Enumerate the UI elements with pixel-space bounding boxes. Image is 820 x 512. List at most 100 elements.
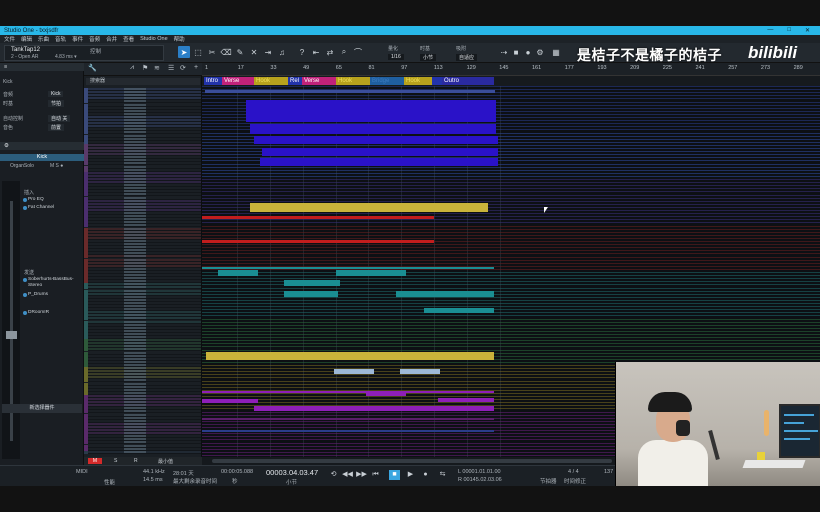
audio-clip[interactable] <box>205 90 495 93</box>
close-icon[interactable]: ✕ <box>805 27 810 34</box>
audio-clip[interactable] <box>250 203 488 212</box>
mute-indicator[interactable]: M <box>88 458 102 464</box>
layout-icon[interactable]: ▦ <box>550 46 562 58</box>
eraser-tool-icon[interactable]: ⌫ <box>220 46 232 58</box>
menu-file[interactable]: 文件 <box>4 35 15 43</box>
menu-view[interactable]: 查看 <box>123 35 134 43</box>
audio-clip[interactable] <box>260 158 498 166</box>
snap-value[interactable]: 自适应 <box>456 54 478 61</box>
list-icon[interactable]: ☰ <box>168 64 174 72</box>
timebase-value[interactable]: 小节 <box>420 54 437 61</box>
arranger-section[interactable]: Hook <box>336 77 370 85</box>
quantize-value[interactable]: 1/16 <box>388 54 404 60</box>
audio-clip[interactable] <box>254 406 494 411</box>
audio-clip[interactable] <box>202 430 494 432</box>
zoom-icon[interactable]: ⌕ <box>338 46 350 58</box>
volume-fader[interactable] <box>6 331 17 339</box>
arranger-section[interactable]: Verse <box>222 77 254 85</box>
snap-field[interactable]: 吸附 自适应 <box>456 45 478 61</box>
envelope-icon[interactable]: ≋ <box>154 64 160 72</box>
audio-clip[interactable] <box>396 291 494 297</box>
settings-icon[interactable]: ⚙ <box>534 46 546 58</box>
automation-icon[interactable]: ⩘ <box>130 64 134 72</box>
menu-track[interactable]: 音轨 <box>55 35 66 43</box>
audio-clip[interactable] <box>284 291 338 297</box>
audio-clip[interactable] <box>218 270 258 276</box>
song-info[interactable]: TankTap12 2 - Open AR 4.83 ms ▾ 控制 <box>4 45 164 61</box>
loop-icon[interactable]: ⇄ <box>324 46 336 58</box>
horizontal-scrollbar[interactable] <box>202 457 620 465</box>
loop-toggle-icon[interactable]: ⇆ <box>437 470 448 480</box>
snap-icon[interactable]: ⌒ <box>352 46 364 58</box>
audio-clip[interactable] <box>202 399 258 403</box>
menu-event[interactable]: 事件 <box>72 35 83 43</box>
tempo-readout[interactable]: 137 <box>604 469 613 475</box>
mute-solo-buttons[interactable]: M S ● <box>50 163 63 169</box>
timebase-field[interactable]: 时基 小节 <box>420 45 437 61</box>
audio-clip[interactable] <box>246 100 496 122</box>
help-icon[interactable]: ? <box>296 46 308 58</box>
track-search-input[interactable]: 搜索器 <box>86 78 200 85</box>
menu-edit[interactable]: 编辑 <box>21 35 32 43</box>
audio-clip[interactable] <box>366 392 406 396</box>
send-slot[interactable]: Soberhurts-BassBus-Stereo <box>22 277 82 288</box>
menu-studio-one[interactable]: Studio One <box>140 36 168 42</box>
footer-tab[interactable]: 最小值 <box>158 458 173 465</box>
stop-button-icon[interactable]: ■ <box>389 470 400 480</box>
loop-start[interactable]: L 00001.01.01.00 <box>458 469 501 475</box>
arrow-out-icon[interactable]: ⇢ <box>498 46 510 58</box>
flag-icon[interactable]: ⚑ <box>142 64 148 72</box>
play-button-icon[interactable]: ▶ <box>405 470 416 480</box>
audio-clip[interactable] <box>202 267 494 269</box>
audio-clip[interactable] <box>284 280 340 286</box>
arranger-section[interactable]: Outro <box>442 77 494 85</box>
record-icon[interactable]: ● <box>522 46 534 58</box>
skip-icon[interactable]: ⇤ <box>310 46 322 58</box>
paint-tool-icon[interactable]: ✎ <box>234 46 246 58</box>
loop-button-icon[interactable]: ⟲ <box>328 470 339 480</box>
signature-readout[interactable]: 4 / 4 <box>568 469 579 475</box>
arranger-section[interactable]: Hook <box>254 77 288 85</box>
arrow-tool-icon[interactable]: ➤ <box>178 46 190 58</box>
track-header[interactable] <box>84 450 201 454</box>
rewind-icon[interactable]: ◀◀ <box>342 470 353 480</box>
sync-icon[interactable]: ⟳ <box>180 64 186 72</box>
arranger-section[interactable]: Bridge <box>370 77 404 85</box>
menu-help[interactable]: 帮助 <box>174 35 185 43</box>
insert-slot[interactable]: Fat Channel <box>22 205 82 211</box>
audio-clip[interactable] <box>438 398 494 402</box>
record-button-icon[interactable]: ● <box>420 470 431 480</box>
arranger-section[interactable]: Rel <box>288 77 302 85</box>
audio-clip[interactable] <box>424 308 494 313</box>
inspector-track-name[interactable]: Kick <box>3 79 12 85</box>
footer-tab[interactable]: R <box>134 458 138 464</box>
wrench-icon[interactable]: 🔧 <box>88 64 97 72</box>
timeline-ruler[interactable]: 1 17 33 49 65 81 97 113 129 145 161 177 193 209 225 241… <box>202 63 820 76</box>
audio-clip[interactable] <box>202 391 494 393</box>
range-tool-icon[interactable]: ⬚ <box>192 46 204 58</box>
quantize-field[interactable]: 量化 1/16 <box>388 45 404 60</box>
audio-clip[interactable] <box>250 124 496 134</box>
inspector-field-value[interactable]: 节拍 <box>48 100 65 107</box>
add-track-icon[interactable]: + <box>194 64 198 71</box>
menu-audio[interactable]: 音频 <box>89 35 100 43</box>
channel-tab[interactable]: Kick <box>0 154 84 161</box>
loop-end[interactable]: R 00145.02.03.06 <box>458 477 502 483</box>
minimize-icon[interactable]: — <box>767 27 773 34</box>
split-tool-icon[interactable]: ✂ <box>206 46 218 58</box>
bend-tool-icon[interactable]: ⇥ <box>262 46 274 58</box>
audio-clip[interactable] <box>206 352 494 360</box>
send-slot[interactable]: DRoomIR <box>22 310 82 316</box>
position-readout[interactable]: 00003.04.03.47 <box>266 468 318 477</box>
audio-clip[interactable] <box>400 369 440 374</box>
footer-tab[interactable]: S <box>114 458 117 464</box>
new-device-button[interactable]: 新选择器件 <box>2 404 82 413</box>
audio-clip[interactable] <box>202 418 494 420</box>
inspector-field-value[interactable]: 自动 关 <box>48 115 71 122</box>
audio-clip[interactable] <box>254 136 498 144</box>
maximize-icon[interactable]: □ <box>787 27 791 34</box>
scrollbar-thumb[interactable] <box>212 459 612 463</box>
inspector-field-value[interactable]: Kick <box>48 91 64 97</box>
menu-merge[interactable]: 合并 <box>106 35 117 43</box>
menu-song[interactable]: 乐曲 <box>38 35 49 43</box>
